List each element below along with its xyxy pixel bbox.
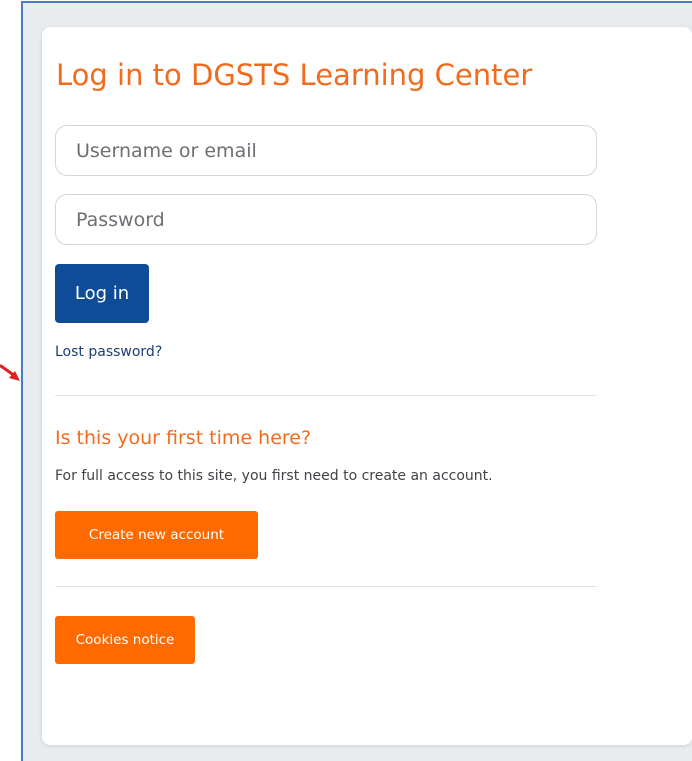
password-input[interactable] [55, 194, 597, 245]
login-button[interactable]: Log in [55, 264, 149, 323]
page-title: Log in to DGSTS Learning Center [56, 58, 533, 92]
signup-heading: Is this your first time here? [55, 427, 312, 449]
divider [55, 395, 597, 396]
divider [55, 586, 597, 587]
signup-description: For full access to this site, you first … [55, 468, 493, 484]
lost-password-link[interactable]: Lost password? [55, 344, 162, 360]
username-input[interactable] [55, 125, 597, 176]
create-account-button[interactable]: Create new account [55, 511, 258, 559]
cookies-notice-button[interactable]: Cookies notice [55, 616, 195, 664]
red-arrow-icon [0, 364, 20, 381]
